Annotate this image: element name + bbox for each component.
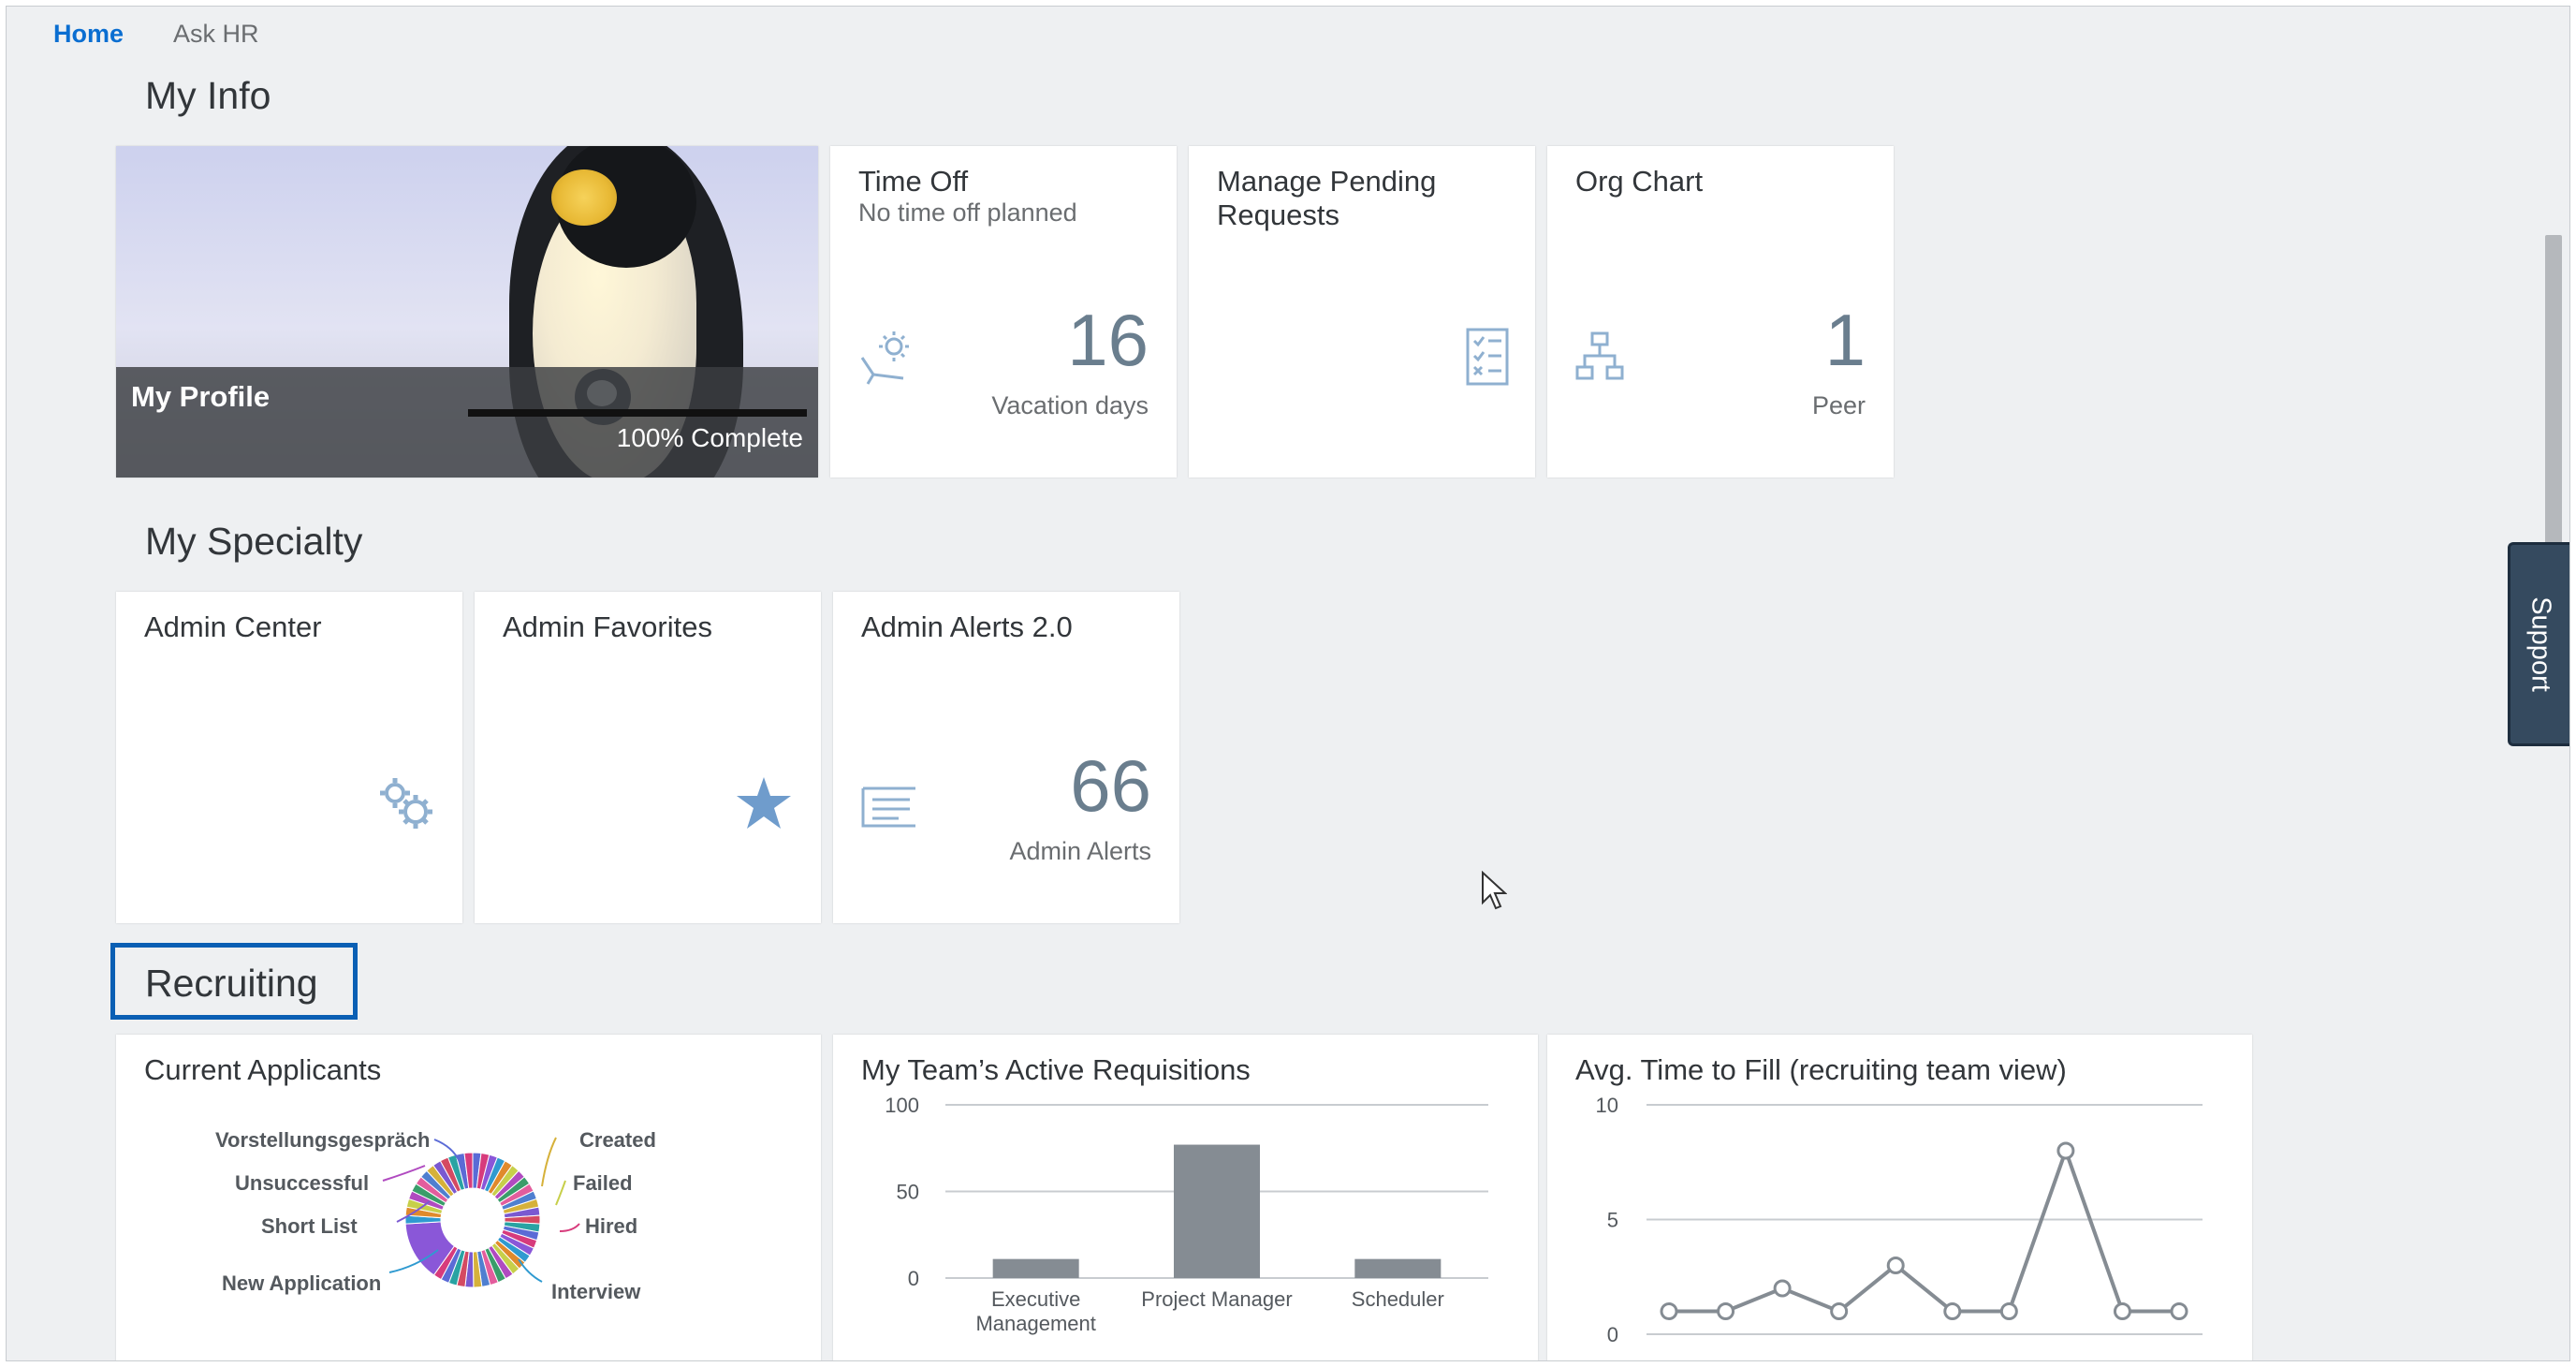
data-point[interactable] <box>1999 1302 2018 1320</box>
active-requisitions-tile[interactable]: My Team’s Active Requisitions 0 50 100 Exec… <box>833 1035 1538 1360</box>
data-point[interactable] <box>2056 1141 2075 1160</box>
legend-interview: Interview <box>551 1280 641 1303</box>
x-tick-label: Project Manager <box>1141 1287 1292 1311</box>
time-off-title: Time Off <box>858 165 969 198</box>
applicants-donut-chart: Vorstellungsgespräch Unsuccessful Short … <box>215 1128 656 1303</box>
org-chart-tile[interactable]: Org Chart 1 Peer <box>1547 146 1894 478</box>
tab-ask-hr[interactable]: Ask HR <box>173 20 259 49</box>
data-point[interactable] <box>2113 1302 2131 1320</box>
checklist-icon <box>1466 328 1509 386</box>
time-to-fill-line-chart: 0 5 10 <box>1596 1094 2203 1346</box>
y-tick-label: 5 <box>1607 1209 1618 1232</box>
current-applicants-title: Current Applicants <box>144 1053 382 1086</box>
org-chart-title: Org Chart <box>1575 165 1704 198</box>
top-navigation: Home Ask HR <box>7 7 2569 63</box>
admin-alerts-tile[interactable]: Admin Alerts 2.0 66 Admin Alerts <box>833 592 1179 923</box>
data-point[interactable] <box>1717 1302 1735 1320</box>
current-applicants-tile[interactable]: Current Applicants Vorstellungsgespräch … <box>116 1035 821 1360</box>
section-title-my-specialty: My Specialty <box>145 520 363 563</box>
donut-ring <box>404 1152 541 1288</box>
y-tick-label: 10 <box>1596 1094 1618 1117</box>
legend-new-application: New Application <box>222 1271 381 1295</box>
series-line <box>1669 1144 2179 1314</box>
profile-progress-bar <box>468 409 807 417</box>
section-title-my-info: My Info <box>145 74 271 117</box>
time-off-subtitle: No time off planned <box>858 198 1077 227</box>
app-window: Home Ask HR My Info My Profile 100% Comp… <box>6 6 2570 1361</box>
legend-vorstellungsgespraech: Vorstellungsgespräch <box>215 1128 430 1152</box>
admin-alerts-value: 66 <box>1070 744 1151 827</box>
profile-progress-fill <box>468 409 807 417</box>
time-off-unit: Vacation days <box>991 391 1149 419</box>
pending-requests-title: Manage Pending Requests <box>1217 165 1437 231</box>
section-title-recruiting[interactable]: Recruiting <box>145 962 318 1006</box>
y-tick-label: 0 <box>908 1267 919 1290</box>
admin-favorites-tile[interactable]: Admin Favorites <box>475 592 821 923</box>
requisitions-bar-chart: 0 50 100 ExecutiveManagement Project Manager… <box>885 1094 1488 1335</box>
time-off-tile[interactable]: Time Off No time off planned 16 Vacation… <box>830 146 1177 478</box>
data-point[interactable] <box>2170 1302 2188 1320</box>
legend-created: Created <box>579 1128 656 1152</box>
y-tick-label: 100 <box>885 1094 919 1117</box>
data-point[interactable] <box>1773 1279 1792 1298</box>
org-chart-value: 1 <box>1824 299 1866 381</box>
support-label: Support <box>2525 596 2555 692</box>
profile-title: My Profile <box>131 380 271 413</box>
org-chart-icon <box>1575 331 1624 380</box>
legend-failed: Failed <box>573 1171 633 1195</box>
data-point[interactable] <box>1886 1257 1905 1274</box>
legend-hired: Hired <box>585 1214 637 1238</box>
time-to-fill-tile[interactable]: Avg. Time to Fill (recruiting team view)… <box>1547 1035 2252 1360</box>
time-off-value: 16 <box>1067 299 1149 381</box>
manage-pending-requests-tile[interactable]: Manage Pending Requests <box>1189 146 1535 478</box>
x-tick-label: Executive <box>991 1287 1080 1311</box>
bar[interactable] <box>1354 1258 1442 1278</box>
data-point[interactable] <box>1943 1302 1962 1320</box>
admin-center-tile[interactable]: Admin Center <box>116 592 462 923</box>
support-button[interactable]: Support <box>2508 542 2569 746</box>
x-tick-label: Management <box>975 1312 1095 1335</box>
data-point[interactable] <box>1830 1302 1849 1320</box>
bar[interactable] <box>1174 1144 1260 1278</box>
legend-short-list: Short List <box>261 1214 358 1238</box>
vacation-icon <box>860 331 909 385</box>
my-profile-tile[interactable]: My Profile 100% Complete <box>116 146 818 478</box>
star-icon <box>737 777 791 829</box>
admin-alerts-unit: Admin Alerts <box>1009 837 1151 865</box>
tab-home[interactable]: Home <box>53 20 124 49</box>
mouse-cursor-icon <box>1482 871 1507 910</box>
y-tick-label: 50 <box>897 1181 919 1204</box>
legend-unsuccessful: Unsuccessful <box>235 1171 369 1195</box>
admin-alerts-title: Admin Alerts 2.0 <box>861 610 1073 643</box>
data-point[interactable] <box>1660 1302 1678 1320</box>
admin-center-title: Admin Center <box>144 610 322 643</box>
profile-complete-label: 100% Complete <box>616 423 803 452</box>
x-tick-label: Scheduler <box>1352 1287 1444 1311</box>
bar[interactable] <box>992 1258 1079 1278</box>
list-icon <box>861 786 915 828</box>
admin-favorites-title: Admin Favorites <box>503 610 712 643</box>
y-tick-label: 0 <box>1607 1323 1618 1346</box>
org-chart-unit: Peer <box>1811 391 1866 419</box>
scrollbar-thumb[interactable] <box>2545 235 2562 544</box>
gears-icon <box>380 778 432 829</box>
